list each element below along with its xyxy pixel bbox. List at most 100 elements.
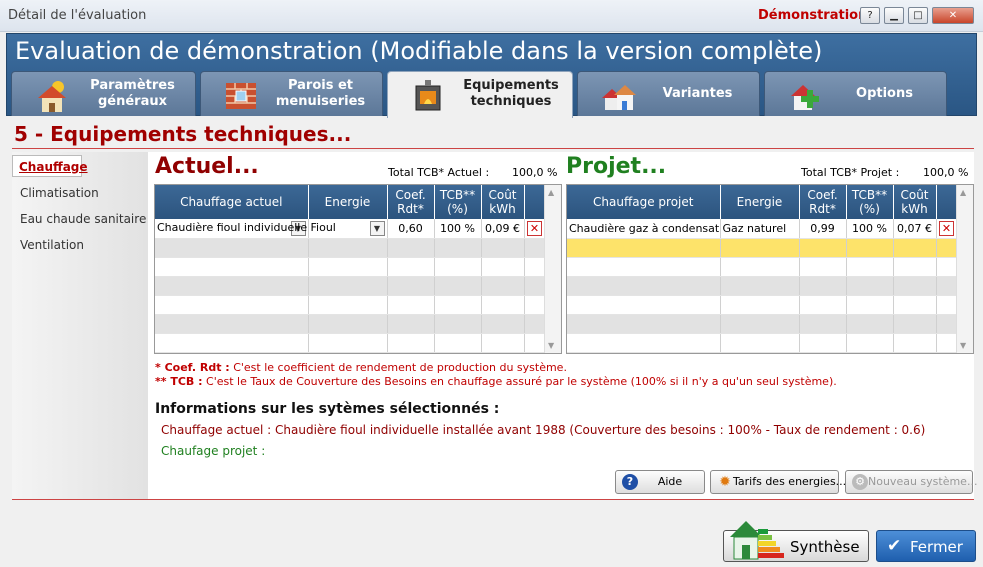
aide-button[interactable]: ? Aide xyxy=(615,470,705,494)
col-header xyxy=(524,185,546,219)
col-header[interactable]: Coût kWh xyxy=(893,185,937,219)
sun-icon: ✹ xyxy=(719,474,731,490)
col-header[interactable]: Chauffage projet xyxy=(567,185,721,219)
close-window-button[interactable]: ✕ xyxy=(932,7,974,24)
projet-heading: Projet... xyxy=(566,154,667,179)
evaluation-header: Evaluation de démonstration (Modifiable … xyxy=(6,33,977,118)
energy-label-icon xyxy=(730,521,784,560)
table-row[interactable] xyxy=(567,333,958,353)
system-select[interactable]: ▼ Chaudière fioul individuelle in xyxy=(155,219,309,239)
help-window-button[interactable]: ? xyxy=(860,7,880,24)
tcb-cell[interactable]: 100 % xyxy=(846,219,894,239)
col-header[interactable]: TCB** (%) xyxy=(434,185,482,219)
brick-wall-icon xyxy=(226,83,256,109)
energy-select[interactable]: ▼ Fioul xyxy=(308,219,388,239)
table-row[interactable] xyxy=(155,238,546,258)
house-sun-icon xyxy=(38,81,66,112)
table-row[interactable] xyxy=(567,276,958,296)
scroll-down-icon[interactable]: ▼ xyxy=(548,341,554,350)
vertical-scrollbar[interactable]: ▲ ▼ xyxy=(544,185,561,353)
evaluation-title: Evaluation de démonstration (Modifiable … xyxy=(15,37,823,65)
actuel-header-row: Chauffage actuel Energie Coef. Rdt* TCB*… xyxy=(155,185,546,219)
projet-total-label: Total TCB* Projet : xyxy=(801,166,900,179)
table-row[interactable] xyxy=(567,295,958,315)
col-header[interactable]: Energie xyxy=(308,185,388,219)
tab-label: Variantes xyxy=(662,86,733,101)
table-row[interactable] xyxy=(155,333,546,353)
tab-variantes[interactable]: Variantes xyxy=(577,71,760,116)
cost-cell[interactable]: 0,09 € xyxy=(481,219,525,239)
check-icon: ✔ xyxy=(887,536,902,556)
coef-cell[interactable]: 0,60 xyxy=(387,219,435,239)
info-projet-line: Chaufage projet : xyxy=(161,444,266,458)
sidebar-item-ventilation[interactable]: Ventilation xyxy=(20,238,84,252)
minimize-button[interactable]: ▁ xyxy=(884,7,904,24)
synthese-button[interactable]: Synthèse xyxy=(723,521,869,562)
nouveau-systeme-button[interactable]: ⚙ Nouveau système... xyxy=(845,470,977,494)
col-header[interactable]: Coef. Rdt* xyxy=(387,185,435,219)
section-divider xyxy=(12,148,974,149)
section-title: 5 - Equipements techniques... xyxy=(14,122,352,146)
table-row[interactable] xyxy=(155,314,546,334)
projet-grid[interactable]: Chauffage projet Energie Coef. Rdt* TCB*… xyxy=(566,184,974,354)
tarifs-button[interactable]: ✹ Tarifs des energies... xyxy=(710,470,846,494)
coef-note: * Coef. Rdt : C'est le coefficient de re… xyxy=(155,361,567,374)
tab-label: Parois et menuiseries xyxy=(275,78,366,109)
table-row[interactable] xyxy=(567,314,958,334)
houses-icon xyxy=(602,85,636,110)
help-icon: ? xyxy=(622,474,638,490)
col-header[interactable]: Coût kWh xyxy=(481,185,525,219)
actuel-total-value: 100,0 % xyxy=(512,166,558,179)
bottom-divider xyxy=(12,499,974,500)
col-header[interactable]: Coef. Rdt* xyxy=(799,185,847,219)
delete-icon[interactable]: ✕ xyxy=(939,220,954,236)
table-row[interactable]: Chaudière gaz à condensation Gaz naturel… xyxy=(567,219,958,239)
demo-badge: Démonstration xyxy=(758,8,868,23)
scroll-down-icon[interactable]: ▼ xyxy=(960,341,966,350)
tab-label: Options xyxy=(856,86,913,101)
gear-icon: ⚙ xyxy=(852,474,868,490)
sidebar-item-climatisation[interactable]: Climatisation xyxy=(20,186,99,200)
window-titlebar: Détail de l'évaluation Démonstration ? ▁… xyxy=(0,0,983,32)
tab-equipements-techniques[interactable]: Equipements techniques xyxy=(387,71,573,118)
info-actuel-line: Chauffage actuel : Chaudière fioul indiv… xyxy=(161,423,926,437)
tab-parois-menuiseries[interactable]: Parois et menuiseries xyxy=(200,71,383,116)
tab-options[interactable]: Options xyxy=(764,71,947,116)
table-row[interactable] xyxy=(155,257,546,277)
maximize-button[interactable]: □ xyxy=(908,7,928,24)
house-plus-icon xyxy=(791,85,819,110)
vertical-scrollbar[interactable]: ▲ ▼ xyxy=(956,185,973,353)
chevron-down-icon[interactable]: ▼ xyxy=(369,220,385,236)
cost-cell[interactable]: 0,07 € xyxy=(893,219,937,239)
table-row[interactable] xyxy=(155,276,546,296)
fermer-button[interactable]: ✔ Fermer xyxy=(876,530,976,562)
actuel-total-label: Total TCB* Actuel : xyxy=(388,166,490,179)
sidebar xyxy=(12,152,148,500)
col-header[interactable]: TCB** (%) xyxy=(846,185,894,219)
col-header[interactable]: Chauffage actuel xyxy=(155,185,309,219)
info-title: Informations sur les sytèmes sélectionné… xyxy=(155,401,500,417)
energy-cell[interactable]: Gaz naturel xyxy=(720,219,800,239)
tab-parametres-generaux[interactable]: Paramètres généraux xyxy=(11,71,196,116)
table-row[interactable] xyxy=(567,257,958,277)
window-title: Détail de l'évaluation xyxy=(8,8,147,23)
sidebar-item-chauffage[interactable]: Chauffage xyxy=(12,155,88,177)
table-row[interactable] xyxy=(155,295,546,315)
stove-icon xyxy=(415,80,441,111)
tcb-cell[interactable]: 100 % xyxy=(434,219,482,239)
col-header[interactable]: Energie xyxy=(720,185,800,219)
tab-label: Paramètres généraux xyxy=(90,78,175,109)
projet-total-value: 100,0 % xyxy=(923,166,969,179)
actuel-grid[interactable]: Chauffage actuel Energie Coef. Rdt* TCB*… xyxy=(154,184,562,354)
projet-header-row: Chauffage projet Energie Coef. Rdt* TCB*… xyxy=(567,185,958,219)
scroll-up-icon[interactable]: ▲ xyxy=(960,188,966,197)
delete-icon[interactable]: ✕ xyxy=(527,220,542,236)
system-cell[interactable]: Chaudière gaz à condensation xyxy=(567,219,721,239)
tab-label: Equipements techniques xyxy=(463,78,559,109)
coef-cell[interactable]: 0,99 xyxy=(799,219,847,239)
table-row[interactable]: ▼ Chaudière fioul individuelle in ▼ Fioul … xyxy=(155,219,546,239)
table-row-new[interactable] xyxy=(567,238,958,258)
scroll-up-icon[interactable]: ▲ xyxy=(548,188,554,197)
sidebar-item-eau-chaude[interactable]: Eau chaude sanitaire xyxy=(20,212,146,226)
actuel-heading: Actuel... xyxy=(155,154,259,179)
